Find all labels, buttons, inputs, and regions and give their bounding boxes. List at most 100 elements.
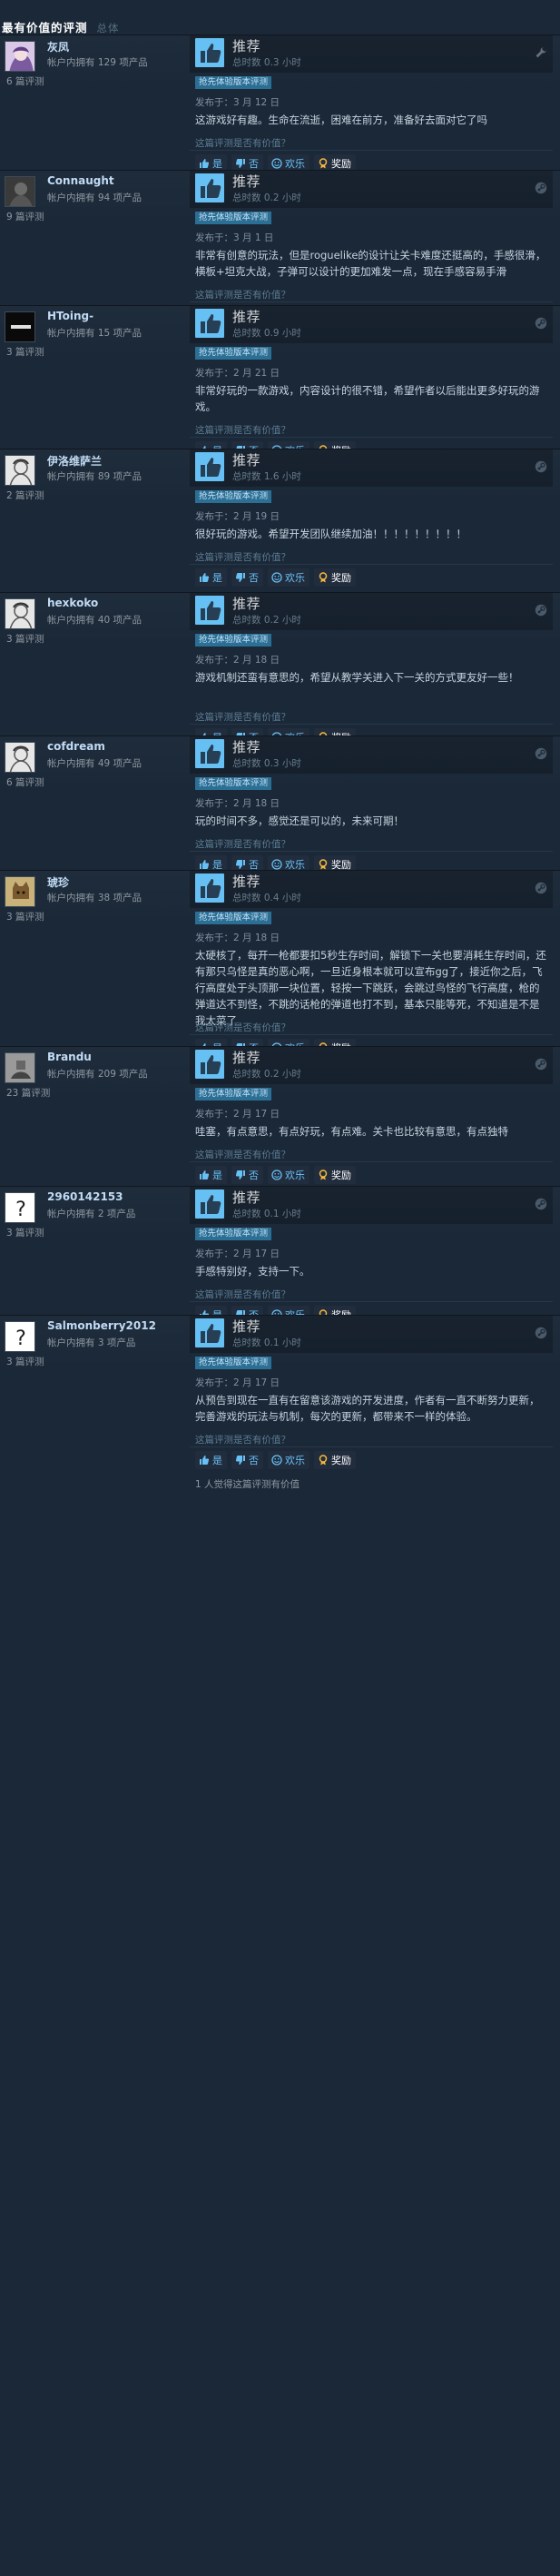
review-vote-header[interactable]: 推荐 总时数 1.6 小时 [190, 449, 553, 487]
vote-no-button[interactable]: 否 [231, 1166, 263, 1184]
review-text: 这游戏好有趣。生命在流逝，困难在前方，准备好去面对它了吗 [195, 114, 487, 126]
steam-icon[interactable] [535, 882, 547, 894]
award-button[interactable]: 奖励 [314, 1451, 356, 1469]
review-vote-header[interactable]: 推荐 总时数 0.4 小时 [190, 871, 553, 908]
reviewer-avatar[interactable] [5, 876, 35, 907]
vote-yes-button[interactable]: 是 [195, 1451, 227, 1469]
review-card: ? 2960142153 帐户内拥有 2 项产品 3 篇评测 推荐 总时数 0.… [0, 1186, 560, 1324]
hours-played: 总时数 0.2 小时 [232, 192, 301, 203]
vote-yes-label: 是 [212, 1455, 222, 1466]
steam-icon[interactable] [535, 1327, 547, 1339]
review-vote-header[interactable]: 推荐 总时数 0.1 小时 [190, 1316, 553, 1353]
vote-no-button[interactable]: 否 [231, 1451, 263, 1469]
review-vote-header[interactable]: 推荐 总时数 0.3 小时 [190, 736, 553, 774]
smiley-icon [270, 1454, 283, 1466]
helpful-question: 这篇评测是否有价值？ [195, 290, 290, 301]
helpful-question: 这篇评测是否有价值？ [195, 1022, 290, 1033]
reviewer-avatar[interactable] [5, 311, 35, 342]
review-text: 手感特别好，支持一下。 [195, 1265, 310, 1278]
reviewer-name[interactable]: Salmonberry2012 [47, 1319, 156, 1332]
early-access-badge: 抢先体验版本评测 [195, 1088, 272, 1100]
reviewer-name[interactable]: 琥珍 [47, 874, 69, 890]
thumbs-up-icon [195, 1189, 224, 1219]
reviewer-review-count[interactable]: 3 篇评测 [6, 345, 44, 359]
reviews-header: 最有价值的评测 总体 [0, 0, 560, 35]
reviewer-avatar[interactable] [5, 1052, 35, 1083]
reviewer-name[interactable]: 2960142153 [47, 1190, 123, 1203]
reviewer-avatar[interactable] [5, 176, 35, 207]
reviewer-avatar[interactable] [5, 742, 35, 773]
reviewer-review-count[interactable]: 3 篇评测 [6, 632, 44, 646]
reviewer-name[interactable]: cofdream [47, 740, 105, 753]
thumbs-up-icon [195, 873, 224, 903]
wrench-icon[interactable] [535, 46, 547, 59]
reviewer-review-count[interactable]: 3 篇评测 [6, 1226, 44, 1239]
reviewer-avatar[interactable] [5, 598, 35, 629]
steam-icon[interactable] [535, 1198, 547, 1210]
vote-controls: 是 否 欢乐 奖励 [195, 568, 356, 587]
reviewer-name[interactable]: Connaught [47, 174, 114, 187]
helpful-question: 这篇评测是否有价值？ [195, 138, 290, 149]
reviewer-avatar[interactable]: ? [5, 1321, 35, 1352]
vote-funny-button[interactable]: 欢乐 [268, 568, 309, 587]
early-access-badge: 抢先体验版本评测 [195, 1228, 272, 1240]
steam-icon[interactable] [535, 604, 547, 617]
vote-yes-button[interactable]: 是 [195, 1166, 227, 1184]
reviewer-review-count[interactable]: 23 篇评测 [6, 1086, 50, 1100]
reviewer-review-count[interactable]: 2 篇评测 [6, 489, 44, 502]
vote-funny-button[interactable]: 欢乐 [268, 1451, 309, 1469]
review-vote-header[interactable]: 推荐 总时数 0.3 小时 [190, 35, 553, 73]
helpful-question: 这篇评测是否有价值？ [195, 1150, 290, 1160]
vote-funny-button[interactable]: 欢乐 [268, 1166, 309, 1184]
award-button[interactable]: 奖励 [314, 1166, 356, 1184]
reviewer-review-count[interactable]: 3 篇评测 [6, 1355, 44, 1368]
reviewer-review-count[interactable]: 3 篇评测 [6, 910, 44, 923]
reviewer-name[interactable]: hexkoko [47, 597, 98, 609]
review-text: 玩的时间不多，感觉还是可以的，未来可期！ [195, 814, 404, 827]
vote-yes-button[interactable]: 是 [195, 568, 227, 587]
recommendation-label: 推荐 [232, 873, 261, 890]
reviewer-products-owned: 帐户内拥有 2 项产品 [47, 1209, 136, 1219]
reviewer-review-count[interactable]: 9 篇评测 [6, 210, 44, 223]
early-access-badge: 抢先体验版本评测 [195, 490, 272, 503]
review-vote-header[interactable]: 推荐 总时数 0.2 小时 [190, 1047, 553, 1084]
award-button[interactable]: 奖励 [314, 568, 356, 587]
vote-yes-label: 是 [212, 572, 222, 584]
award-icon [317, 858, 329, 871]
review-vote-header[interactable]: 推荐 总时数 0.2 小时 [190, 593, 553, 630]
review-vote-header[interactable]: 推荐 总时数 0.1 小时 [190, 1187, 553, 1224]
reviewer-name[interactable]: 伊洛维萨兰 [47, 453, 102, 469]
review-card: Brandu 帐户内拥有 209 项产品 23 篇评测 推荐 总时数 0.2 小… [0, 1046, 560, 1186]
vote-funny-label: 欢乐 [285, 158, 305, 170]
reviewer-review-count[interactable]: 6 篇评测 [6, 74, 44, 88]
review-vote-header[interactable]: 推荐 总时数 0.2 小时 [190, 171, 553, 208]
reviewer-avatar[interactable]: ? [5, 1192, 35, 1223]
vote-no-button[interactable]: 否 [231, 568, 263, 587]
divider [190, 564, 553, 565]
review-card: HToing- 帐户内拥有 15 项产品 3 篇评测 推荐 总时数 0.9 小时… [0, 305, 560, 480]
posted-date: 发布于：2 月 17 日 [195, 1109, 280, 1120]
early-access-badge: 抢先体验版本评测 [195, 634, 272, 646]
reviewer-name[interactable]: HToing- [47, 310, 93, 322]
posted-date: 发布于：2 月 17 日 [195, 1377, 280, 1388]
review-vote-header[interactable]: 推荐 总时数 0.9 小时 [190, 306, 553, 343]
posted-date: 发布于：2 月 21 日 [195, 368, 280, 379]
vote-controls: 是 否 欢乐 奖励 [195, 1451, 356, 1469]
reviewer-name[interactable]: 灰凤 [47, 39, 69, 54]
steam-icon[interactable] [535, 1058, 547, 1071]
steam-icon[interactable] [535, 460, 547, 473]
steam-icon[interactable] [535, 182, 547, 194]
reviewer-avatar[interactable] [5, 41, 35, 72]
reviewer-review-count[interactable]: 6 篇评测 [6, 775, 44, 789]
divider [190, 437, 553, 438]
svg-text:?: ? [15, 1327, 26, 1350]
steam-icon[interactable] [535, 747, 547, 760]
steam-icon[interactable] [535, 317, 547, 330]
reviewer-avatar[interactable] [5, 455, 35, 486]
vote-no-label: 否 [249, 1170, 259, 1181]
award-icon [317, 157, 329, 170]
reviewer-name[interactable]: Brandu [47, 1051, 92, 1063]
divider [190, 1301, 553, 1302]
helpful-question: 这篇评测是否有价值？ [195, 1435, 290, 1446]
svg-text:?: ? [15, 1199, 26, 1221]
